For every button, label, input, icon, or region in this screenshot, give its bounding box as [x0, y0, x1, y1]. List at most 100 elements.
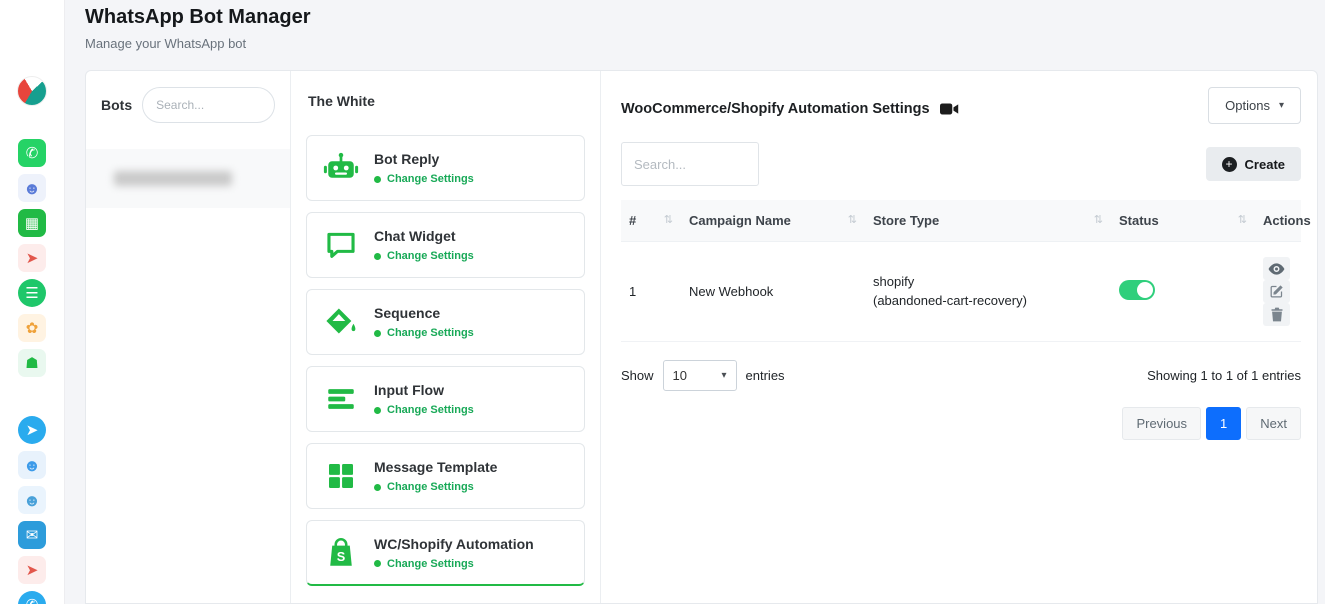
row-store-type: shopify (abandoned-cart-recovery): [865, 242, 1111, 342]
page-title: WhatsApp Bot Manager: [85, 6, 311, 29]
status-toggle[interactable]: [1119, 280, 1155, 300]
telegram-icon[interactable]: ➤: [18, 416, 46, 444]
col-label: Status: [1119, 213, 1159, 228]
store-type-line2: (abandoned-cart-recovery): [873, 292, 1103, 311]
menu-card-status: Change Settings: [374, 173, 474, 185]
chat-flows-icon[interactable]: ☰: [18, 279, 46, 307]
selected-bot-name: The White: [308, 93, 585, 109]
menu-card-chat-widget[interactable]: Chat Widget Change Settings: [306, 212, 585, 278]
col-label: Store Type: [873, 213, 939, 228]
members-icon[interactable]: ☻: [18, 486, 46, 514]
menu-card-status: Change Settings: [374, 481, 497, 493]
col-header-store-type[interactable]: Store Type ⇅: [865, 200, 1111, 242]
bots-search-input[interactable]: [142, 87, 275, 123]
whatsapp-icon[interactable]: ✆: [18, 139, 46, 167]
bot-name-redacted: [114, 171, 232, 186]
messenger-icon[interactable]: ✆: [18, 591, 46, 604]
menu-card-sequence[interactable]: Sequence Change Settings: [306, 289, 585, 355]
col-header-actions: Actions: [1255, 200, 1301, 242]
change-settings-link[interactable]: Change Settings: [387, 250, 474, 262]
bot-list-item[interactable]: [86, 149, 290, 208]
show-label: Show: [621, 368, 654, 383]
sort-icon: ⇅: [1094, 213, 1103, 226]
next-page-button[interactable]: Next: [1246, 407, 1301, 440]
col-label: #: [629, 213, 636, 228]
col-header-status[interactable]: Status ⇅: [1111, 200, 1255, 242]
row-campaign-name: New Webhook: [681, 242, 865, 342]
change-settings-link[interactable]: Change Settings: [387, 327, 474, 339]
menu-card-status: Change Settings: [374, 327, 474, 339]
status-dot-icon: [374, 330, 381, 337]
theme-icon[interactable]: ✿: [18, 314, 46, 342]
whatsapp-bot-icon[interactable]: ☻: [18, 174, 46, 202]
menu-card-title: Message Template: [374, 459, 497, 475]
delete-button[interactable]: [1263, 303, 1290, 326]
table-search-input[interactable]: [621, 142, 759, 186]
telegram-bot-icon[interactable]: ☻: [18, 451, 46, 479]
menu-card-text: WC/Shopify Automation Change Settings: [374, 536, 534, 570]
gallery-icon[interactable]: ▦: [18, 209, 46, 237]
row-actions: [1255, 242, 1301, 342]
bots-label: Bots: [101, 97, 132, 113]
create-button[interactable]: + Create: [1206, 147, 1301, 181]
shop-bag-icon[interactable]: ☗: [18, 349, 46, 377]
previous-page-button[interactable]: Previous: [1122, 407, 1201, 440]
chevron-down-icon: ▾: [722, 371, 727, 381]
sort-icon: ⇅: [1238, 213, 1247, 226]
view-button[interactable]: [1263, 257, 1290, 280]
status-dot-icon: [374, 176, 381, 183]
panel-title: WooCommerce/Shopify Automation Settings: [621, 101, 930, 117]
table-header-row: # ⇅ Campaign Name ⇅ Store Type ⇅ Status …: [621, 200, 1301, 242]
grid-icon: [321, 460, 361, 492]
page-size-value: 10: [673, 368, 687, 383]
menu-card-bot-reply[interactable]: Bot Reply Change Settings: [306, 135, 585, 201]
svg-text:S: S: [337, 548, 346, 563]
menu-card-title: Input Flow: [374, 382, 474, 398]
broadcast-icon[interactable]: ➤: [18, 244, 46, 272]
video-camera-icon[interactable]: [940, 102, 959, 116]
menu-card-message-template[interactable]: Message Template Change Settings: [306, 443, 585, 509]
options-button[interactable]: Options ▾: [1208, 87, 1301, 124]
automation-settings-panel: WooCommerce/Shopify Automation Settings …: [601, 71, 1317, 603]
menu-card-title: Chat Widget: [374, 228, 474, 244]
row-status: [1111, 242, 1255, 342]
menu-card-input-flow[interactable]: Input Flow Change Settings: [306, 366, 585, 432]
dashboard-icon[interactable]: [17, 76, 47, 106]
change-settings-link[interactable]: Change Settings: [387, 404, 474, 416]
paint-bucket-icon: [321, 305, 361, 339]
sort-icon: ⇅: [848, 213, 857, 226]
menu-card-status: Change Settings: [374, 404, 474, 416]
chat-icon[interactable]: ✉: [18, 521, 46, 549]
menu-card-wc-shopify-automation[interactable]: S WC/Shopify Automation Change Settings: [306, 520, 585, 586]
menu-card-text: Sequence Change Settings: [374, 305, 474, 339]
bots-panel-header: Bots: [101, 87, 275, 123]
status-dot-icon: [374, 253, 381, 260]
bot-menu-panel: The White Bot Reply Change Settings Chat…: [291, 71, 601, 603]
chat-bubble-icon: [321, 228, 361, 262]
menu-card-title: Sequence: [374, 305, 474, 321]
main-card: Bots The White Bot Reply Change Settings: [85, 70, 1318, 604]
page-size-select[interactable]: 10 ▾: [663, 360, 737, 391]
chevron-down-icon: ▾: [1279, 101, 1284, 111]
change-settings-link[interactable]: Change Settings: [387, 173, 474, 185]
bots-panel: Bots: [86, 71, 291, 603]
status-dot-icon: [374, 560, 381, 567]
menu-card-status: Change Settings: [374, 558, 534, 570]
change-settings-link[interactable]: Change Settings: [387, 481, 474, 493]
status-dot-icon: [374, 407, 381, 414]
input-flow-icon: [321, 382, 361, 416]
col-header-num[interactable]: # ⇅: [621, 200, 681, 242]
table-row: 1 New Webhook shopify (abandoned-cart-re…: [621, 242, 1301, 342]
status-dot-icon: [374, 484, 381, 491]
col-header-campaign-name[interactable]: Campaign Name ⇅: [681, 200, 865, 242]
page-1-button[interactable]: 1: [1206, 407, 1241, 440]
menu-card-title: WC/Shopify Automation: [374, 536, 534, 552]
automation-table: # ⇅ Campaign Name ⇅ Store Type ⇅ Status …: [621, 200, 1301, 342]
megaphone-icon[interactable]: ➤: [18, 556, 46, 584]
edit-button[interactable]: [1263, 280, 1290, 303]
col-label: Actions: [1263, 213, 1311, 228]
menu-card-text: Message Template Change Settings: [374, 459, 497, 493]
options-label: Options: [1225, 98, 1270, 113]
entries-label: entries: [746, 368, 785, 383]
change-settings-link[interactable]: Change Settings: [387, 558, 474, 570]
